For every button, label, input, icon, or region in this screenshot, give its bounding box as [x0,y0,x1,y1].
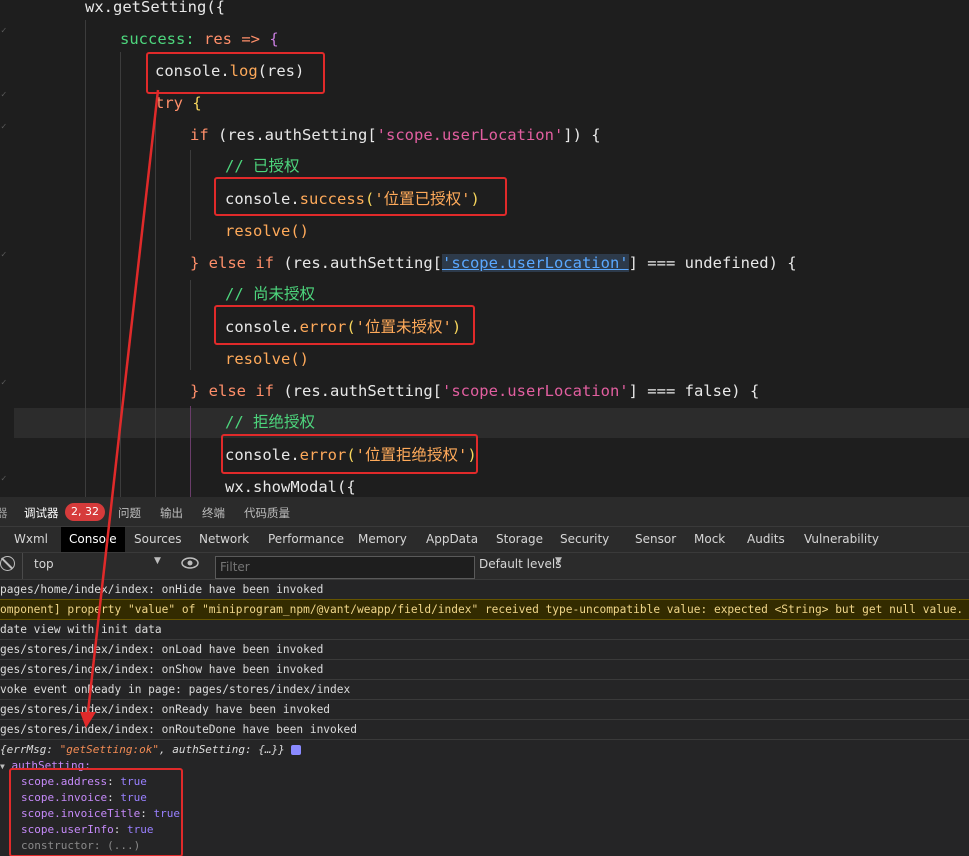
code-text: } else if [190,254,274,272]
console-message: voke event onReady in page: pages/stores… [0,680,969,700]
fold-marker[interactable]: ✓ [1,475,7,484]
tab-terminal[interactable]: 终端 [202,505,225,521]
fold-marker[interactable]: ✓ [1,91,7,100]
tab-performance[interactable]: Performance [268,527,344,552]
devtools-panel-tabs: Wxml Console Sources Network Performance… [0,527,969,553]
code-text: { [269,30,279,48]
code-editor[interactable]: ✓ ✓ ✓ ✓ ✓ ✓ wx.getSetting({ success: res… [0,0,969,497]
eye-icon[interactable] [181,556,199,573]
code-text: 'scope.userLocation' [376,126,564,144]
clear-console-icon[interactable] [0,556,15,571]
indent-guide-active [190,406,191,497]
code-text: wx.getSetting({ [85,0,225,16]
chevron-down-icon[interactable]: ▼ [555,556,562,566]
fold-marker[interactable]: ✓ [1,251,7,260]
code-comment: // 已授权 [225,157,300,175]
tab-issues[interactable]: 问题 [118,505,141,521]
console-output: pages/home/index/index: onHide have been… [0,580,969,856]
code-text: res [204,30,232,48]
code-line: } else if (res.authSetting['scope.userLo… [190,247,969,279]
object-text: {errMsg: [0,743,60,756]
indent-guide [120,52,121,497]
divider [22,553,23,579]
console-message: ges/stores/index/index: onReady have bee… [0,700,969,720]
expand-arrow-icon[interactable]: ▼ [0,762,5,771]
code-text: ] === undefined) { [628,254,797,272]
object-text: , authSetting: [158,743,259,756]
devtools-panel: 器 调试器 2, 32 问题 输出 终端 代码质量 Wxml Console S… [0,497,969,856]
tab-network[interactable]: Network [199,527,249,552]
code-text: ] === false) { [628,382,760,400]
annotation-box [214,177,507,216]
annotation-box [146,52,325,94]
object-text: "getSetting:ok" [59,743,159,756]
tab-mock[interactable]: Mock [694,527,725,552]
fold-marker[interactable]: ✓ [1,379,7,388]
tab-sources[interactable]: Sources [134,527,181,552]
indent-guide [155,118,156,497]
code-comment: // 尚未授权 [225,285,315,303]
tab-debugger[interactable]: 调试器 [24,505,59,521]
code-line: if (res.authSetting['scope.userLocation'… [190,119,969,151]
code-line: } else if (res.authSetting['scope.userLo… [190,375,969,407]
code-text: if [190,126,209,144]
fold-marker[interactable]: ✓ [1,123,7,132]
code-line: success: res => { [120,23,969,55]
devtools-top-tabs: 器 调试器 2, 32 问题 输出 终端 代码质量 [0,497,969,527]
indent-guide [190,150,191,240]
tab-partial[interactable]: 器 [0,505,8,521]
code-text: } else if [190,382,274,400]
indent-guide [190,280,191,370]
tab-code-quality[interactable]: 代码质量 [244,505,290,521]
code-text: wx.showModal({ [225,478,356,496]
code-line: wx.showModal({ [225,471,969,497]
annotation-box [9,768,183,856]
code-text: ]) { [563,126,601,144]
tab-audits[interactable]: Audits [747,527,785,552]
code-text: 'scope.userLocation' [441,382,629,400]
code-text: resolve() [225,222,309,240]
indent-guide [85,20,86,497]
console-toolbar: top ▼ Default levels ▼ [0,553,969,580]
code-text: => [241,30,261,48]
tab-output[interactable]: 输出 [160,505,183,521]
logged-object-summary[interactable]: {errMsg: "getSetting:ok", authSetting: {… [0,742,302,758]
code-text: { [192,94,202,112]
chevron-down-icon[interactable]: ▼ [154,556,161,566]
log-levels-select[interactable]: Default levels [479,557,561,571]
tab-console[interactable]: Console [61,527,125,552]
annotation-box [221,434,478,474]
tab-storage[interactable]: Storage [496,527,543,552]
code-text: try [155,94,183,112]
console-message: date view with init data [0,620,969,640]
tab-sensor[interactable]: Sensor [635,527,676,552]
code-comment: // 拒绝授权 [225,413,315,431]
console-message: pages/home/index/index: onHide have been… [0,580,969,600]
console-message: ges/stores/index/index: onLoad have been… [0,640,969,660]
filter-input[interactable] [215,556,475,579]
fold-marker[interactable]: ✓ [1,27,7,36]
context-select[interactable]: top [34,557,54,571]
code-text: 'scope.userLocation' [441,254,629,272]
tab-memory[interactable]: Memory [358,527,407,552]
info-icon[interactable] [291,745,302,755]
code-line: resolve() [225,215,969,247]
code-line: resolve() [225,343,969,375]
error-warning-badge: 2, 32 [65,503,105,521]
tab-appdata[interactable]: AppData [426,527,478,552]
console-message: ges/stores/index/index: onShow have been… [0,660,969,680]
code-text: (res.authSetting[ [283,382,442,400]
annotation-box [214,305,475,345]
tab-security[interactable]: Security [560,527,609,552]
code-text: success: [120,30,195,48]
console-message: ges/stores/index/index: onRouteDone have… [0,720,969,740]
tab-vulnerability[interactable]: Vulnerability [804,527,879,552]
code-text: (res.authSetting[ [218,126,377,144]
code-text: resolve() [225,350,309,368]
tab-wxml[interactable]: Wxml [14,527,48,552]
console-warning: omponent] property "value" of "miniprogr… [0,599,969,620]
code-line: wx.getSetting({ [85,0,969,23]
code-text: (res.authSetting[ [283,254,442,272]
object-text: {…}} [258,743,285,756]
